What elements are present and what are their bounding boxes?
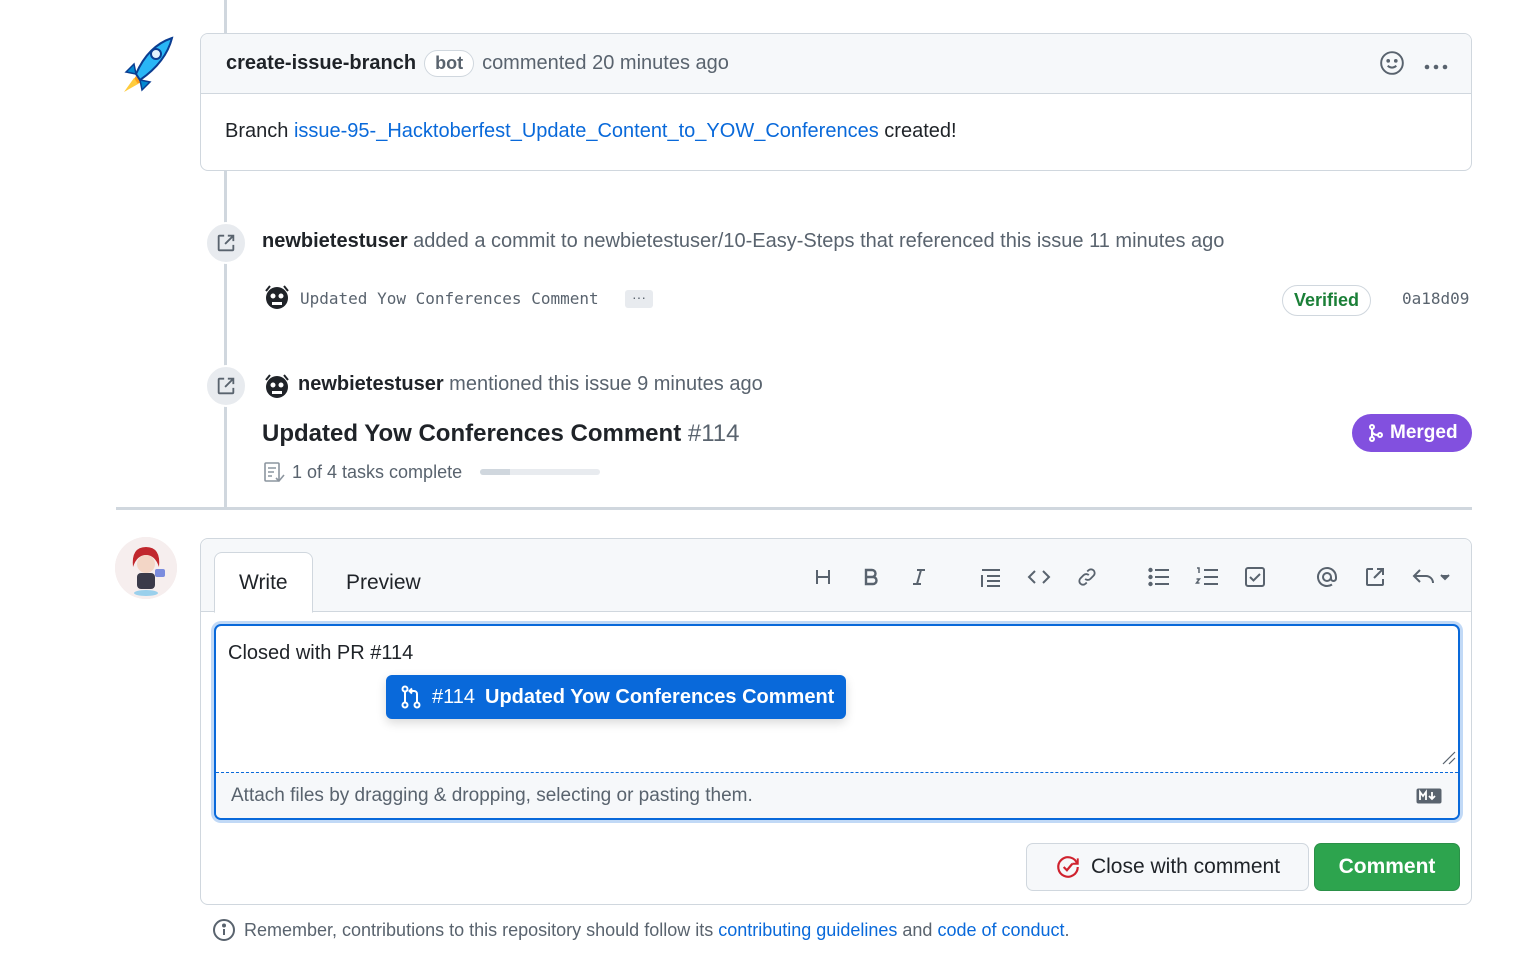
comment-time[interactable]: 20 minutes ago [592, 52, 729, 75]
commit-message[interactable]: Updated Yow Conferences Comment [300, 289, 599, 308]
suggestion-title: Updated Yow Conferences Comment [485, 685, 835, 708]
heading-icon[interactable] [808, 561, 838, 593]
pr-title[interactable]: Updated Yow Conferences Comment #114 [262, 420, 739, 448]
event-author[interactable]: newbietestuser [262, 230, 408, 252]
bot-badge: bot [424, 50, 475, 77]
comment-composer: Write Preview Closed with PR #114 #114 U… [200, 538, 1472, 905]
bot-comment: create-issue-branch bot commented 20 min… [200, 33, 1472, 171]
quote-icon[interactable] [976, 561, 1006, 593]
task-list-icon[interactable] [1240, 561, 1270, 593]
comment-text[interactable]: Closed with PR #114 [228, 642, 413, 665]
reference-icon[interactable] [1360, 561, 1390, 593]
merged-status-badge: Merged [1352, 414, 1472, 452]
merged-label: Merged [1390, 422, 1458, 443]
link-icon[interactable] [1072, 561, 1102, 593]
attach-hint[interactable]: Attach files by dragging & dropping, sel… [231, 785, 753, 807]
task-progress-bar [480, 469, 601, 475]
note-middle: and [902, 919, 933, 940]
suggestion-number: #114 [432, 685, 476, 708]
more-options-icon[interactable] [1423, 55, 1449, 78]
user-avatar[interactable] [115, 537, 177, 599]
verified-badge[interactable]: Verified [1282, 285, 1372, 316]
timeline-divider [116, 507, 1472, 510]
mention-icon[interactable] [1312, 561, 1342, 593]
mention-event-description: mentioned this issue [449, 373, 632, 395]
commit-event-description: added a commit to newbietestuser/10-Easy… [413, 230, 1084, 252]
mention-event-time[interactable]: 9 minutes ago [637, 373, 763, 395]
tab-preview[interactable]: Preview [322, 552, 445, 613]
note-prefix: Remember, contributions to this reposito… [244, 919, 714, 940]
close-with-comment-label: Close with comment [1090, 855, 1281, 878]
comment-body: Branch issue-95-_Hacktoberfest_Update_Co… [201, 94, 1471, 169]
issue-closed-icon [1057, 856, 1079, 878]
bot-avatar[interactable] [114, 32, 178, 96]
reply-icon[interactable] [1410, 561, 1454, 593]
merge-icon [1369, 424, 1383, 442]
comment-action: commented [482, 52, 587, 74]
event-author[interactable]: newbietestuser [298, 373, 444, 395]
reference-event-icon [205, 365, 247, 407]
reference-event-icon [205, 222, 247, 264]
ordered-list-icon[interactable] [1192, 561, 1222, 593]
task-progress-fill [480, 469, 511, 475]
commit-event-time[interactable]: 11 minutes ago [1089, 230, 1224, 252]
branch-link[interactable]: issue-95-_Hacktoberfest_Update_Content_t… [294, 120, 879, 142]
tab-write[interactable]: Write [214, 552, 313, 613]
info-icon [213, 919, 235, 941]
comment-header: create-issue-branch bot commented 20 min… [201, 34, 1471, 94]
resize-handle-icon[interactable] [1440, 749, 1456, 770]
pr-suggestion-item[interactable]: #114 Updated Yow Conferences Comment [386, 675, 847, 719]
commit-author-avatar[interactable] [262, 283, 292, 316]
comment-body-suffix: created! [884, 120, 957, 142]
task-progress: 1 of 4 tasks complete [262, 460, 601, 484]
mention-event-text: newbietestuser mentioned this issue 9 mi… [298, 373, 763, 396]
pr-number[interactable]: #114 [688, 420, 740, 447]
tasks-complete-text: 1 of 4 tasks complete [292, 461, 463, 482]
mention-author-avatar[interactable] [262, 372, 292, 405]
markdown-icon[interactable] [1416, 788, 1442, 810]
code-icon[interactable] [1024, 561, 1054, 593]
expand-commit-button[interactable]: ··· [625, 290, 653, 308]
pr-title-text[interactable]: Updated Yow Conferences Comment [262, 420, 681, 447]
checklist-icon [264, 462, 285, 483]
comment-textarea[interactable]: Closed with PR #114 #114 Updated Yow Con… [214, 624, 1460, 820]
contribution-note: Remember, contributions to this reposito… [212, 918, 1070, 942]
close-with-comment-button[interactable]: Close with comment [1026, 843, 1309, 891]
commit-sha[interactable]: 0a18d09 [1402, 289, 1469, 308]
unordered-list-icon[interactable] [1144, 561, 1174, 593]
commit-event-text: newbietestuser added a commit to newbiet… [262, 230, 1224, 253]
note-suffix: . [1064, 919, 1070, 940]
comment-author[interactable]: create-issue-branch [226, 52, 416, 75]
italic-icon[interactable] [904, 561, 934, 593]
smiley-icon[interactable] [1379, 50, 1405, 82]
bold-icon[interactable] [856, 561, 886, 593]
comment-body-prefix: Branch [225, 120, 289, 142]
comment-button[interactable]: Comment [1314, 843, 1460, 891]
composer-header: Write Preview [201, 539, 1471, 613]
attach-files-bar[interactable]: Attach files by dragging & dropping, sel… [216, 772, 1458, 818]
code-of-conduct-link[interactable]: code of conduct [937, 920, 1064, 940]
contributing-guidelines-link[interactable]: contributing guidelines [718, 920, 897, 940]
pull-request-icon [401, 685, 421, 709]
